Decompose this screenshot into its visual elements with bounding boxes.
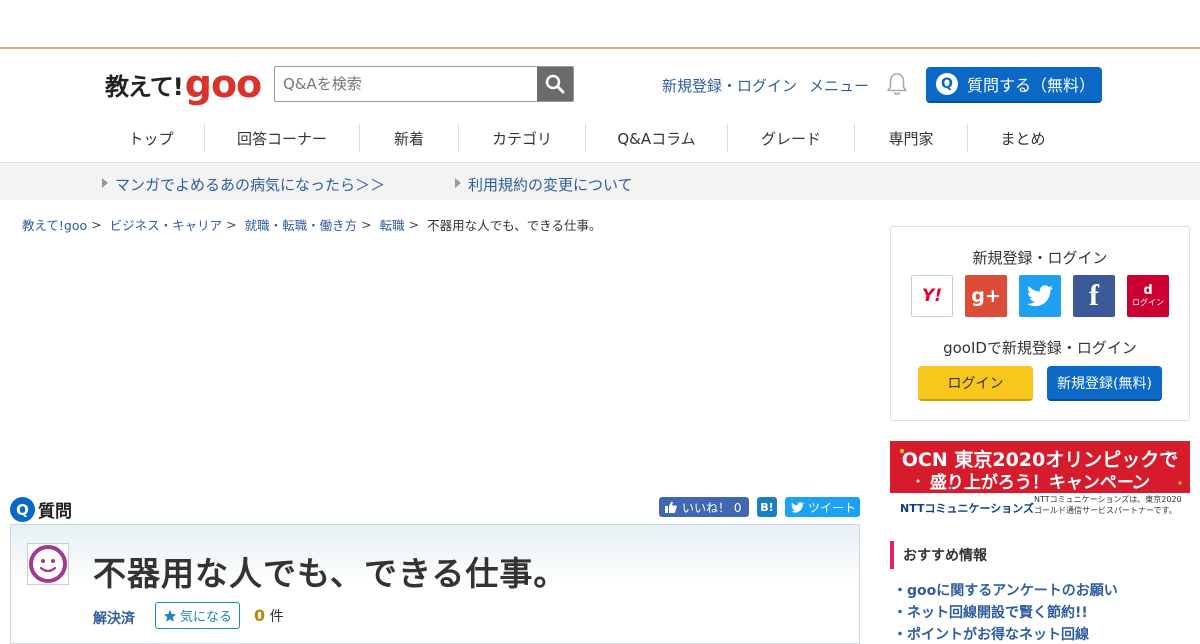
favorite-count-unit: 件: [269, 609, 284, 625]
goo-id-login-text: gooIDで新規登録・ログイン: [943, 339, 1137, 357]
logo-goo: goo: [184, 62, 262, 106]
nav-item-summary[interactable]: まとめ: [968, 124, 1078, 152]
breadcrumb-current: 不器用な人でも、できる仕事。: [427, 218, 602, 233]
question-q-icon: Q: [10, 497, 35, 522]
docomo-login-button[interactable]: d ログイン: [1127, 275, 1169, 317]
favorite-label: 気になる: [179, 610, 232, 625]
search-input[interactable]: [275, 67, 538, 101]
solved-badge: 解決済: [93, 611, 135, 627]
favorite-button[interactable]: 気になる: [155, 602, 240, 629]
like-label: いいね！ 0: [682, 500, 742, 515]
yahoo-login-button[interactable]: Y!: [911, 275, 953, 317]
recommend-item[interactable]: ・gooに関するアンケートのお願い: [893, 580, 1118, 600]
tweet-label: ツイート: [808, 500, 857, 515]
ad-brand: NTTコミュニケーションズ: [900, 502, 1035, 515]
ask-question-button[interactable]: Q 質問する（無料）: [926, 67, 1102, 103]
nav-item-qa-column[interactable]: Q&Aコラム: [586, 124, 728, 152]
twitter-login-button[interactable]: [1019, 275, 1061, 317]
breadcrumb-separator: >: [361, 217, 372, 232]
logo-text: 教えて!: [105, 73, 184, 101]
top-ad-strip: [0, 0, 1200, 49]
recommend-item[interactable]: ・ネット回線開設で賢く節約!!: [893, 602, 1088, 622]
recommend-title: おすすめ情報: [890, 541, 987, 569]
global-nav: トップ 回答コーナー 新着 カテゴリ Q&Aコラム グレード 専門家 まとめ: [98, 124, 1078, 152]
breadcrumb-separator: >: [408, 217, 420, 232]
question-title: 不器用な人でも、できる仕事。: [93, 554, 568, 593]
docomo-login-label: ログイン: [1132, 298, 1164, 307]
thumbs-up-icon: [665, 501, 677, 513]
nav-item-top[interactable]: トップ: [98, 124, 205, 152]
breadcrumb-separator: >: [226, 217, 237, 232]
docomo-icon: d: [1143, 283, 1153, 298]
nav-item-grade[interactable]: グレード: [728, 124, 855, 152]
favorite-count: 0 件: [254, 606, 284, 626]
ad-headline-2: 盛り上がろう！キャンペーン: [929, 473, 1151, 493]
search-button[interactable]: [537, 67, 573, 101]
nav-item-experts[interactable]: 専門家: [855, 124, 968, 152]
ad-footer: NTTコミュニケーションズ NTTコミュニケーションズは、東京2020ゴールド通…: [890, 493, 1190, 521]
menu-link[interactable]: メニュー: [809, 75, 869, 96]
search-icon: [545, 74, 565, 94]
bell-icon[interactable]: [886, 72, 908, 96]
breadcrumb-item[interactable]: ビジネス・キャリア: [110, 215, 223, 234]
nav-item-new[interactable]: 新着: [360, 124, 459, 152]
hatena-bookmark-button[interactable]: B!: [757, 497, 777, 517]
site-logo[interactable]: 教えて! goo: [105, 62, 262, 106]
facebook-login-button[interactable]: f: [1073, 275, 1115, 317]
login-panel: 新規登録・ログイン Y! g+ f d ログイン gooIDで新規登録・ログイン…: [890, 226, 1190, 421]
nav-item-category[interactable]: カテゴリ: [459, 124, 586, 152]
twitter-bird-icon: [791, 501, 804, 513]
breadcrumb-item[interactable]: 転職: [380, 215, 405, 234]
breadcrumb-item[interactable]: 教えて!goo: [22, 215, 87, 234]
breadcrumb-item[interactable]: 就職・転職・働き方: [245, 215, 358, 234]
nav-item-answer-corner[interactable]: 回答コーナー: [205, 124, 360, 152]
question-label: 質問: [38, 502, 72, 522]
ocn-olympic-ad-banner[interactable]: OCN 東京2020オリンピックで 盛り上がろう！キャンペーン NTTコミュニケ…: [890, 441, 1190, 521]
register-login-link[interactable]: 新規登録・ログイン: [662, 75, 797, 96]
register-button[interactable]: 新規登録(無料): [1047, 366, 1162, 401]
avatar[interactable]: [27, 543, 69, 585]
twitter-icon: [1027, 285, 1053, 307]
breadcrumb-separator: >: [91, 217, 102, 232]
smiley-avatar-icon: [29, 545, 67, 583]
question-badge-icon: Q: [936, 73, 958, 95]
favorite-count-value: 0: [254, 606, 266, 625]
google-plus-icon: g+: [971, 285, 1001, 307]
breadcrumb: 教えて!goo > ビジネス・キャリア > 就職・転職・働き方 > 転職 > 不器用な人…: [22, 215, 602, 234]
star-icon: [163, 609, 177, 622]
question-card: 不器用な人でも、できる仕事。 解決済 気になる 0 件: [10, 524, 860, 644]
notice-bar: マンガでよめるあの病気になったら＞＞ 利用規約の変更について: [0, 162, 1200, 200]
sns-login-buttons: Y! g+ f d ログイン: [911, 275, 1181, 317]
google-plus-login-button[interactable]: g+: [965, 275, 1007, 317]
yahoo-icon: Y!: [921, 286, 943, 306]
facebook-icon: f: [1089, 279, 1099, 312]
login-button[interactable]: ログイン: [918, 366, 1033, 401]
site-header: 教えて! goo 新規登録・ログイン メニュー Q 質問する（無料） トップ 回…: [0, 49, 1200, 162]
ask-question-label: 質問する（無料）: [967, 76, 1096, 95]
ad-note: NTTコミュニケーションズは、東京2020ゴールド通信サービスパートナーです。: [1034, 495, 1182, 515]
recommend-item[interactable]: ・ポイントがお得なネット回線: [893, 624, 1089, 644]
login-panel-title: 新規登録・ログイン: [972, 249, 1108, 267]
notice-link-terms[interactable]: 利用規約の変更について: [455, 174, 633, 195]
facebook-like-button[interactable]: いいね！ 0: [659, 497, 749, 517]
search-box: [274, 66, 574, 102]
question-header: Q 質問: [10, 497, 72, 522]
tweet-button[interactable]: ツイート: [785, 497, 860, 517]
notice-link-manga[interactable]: マンガでよめるあの病気になったら＞＞: [102, 174, 385, 195]
